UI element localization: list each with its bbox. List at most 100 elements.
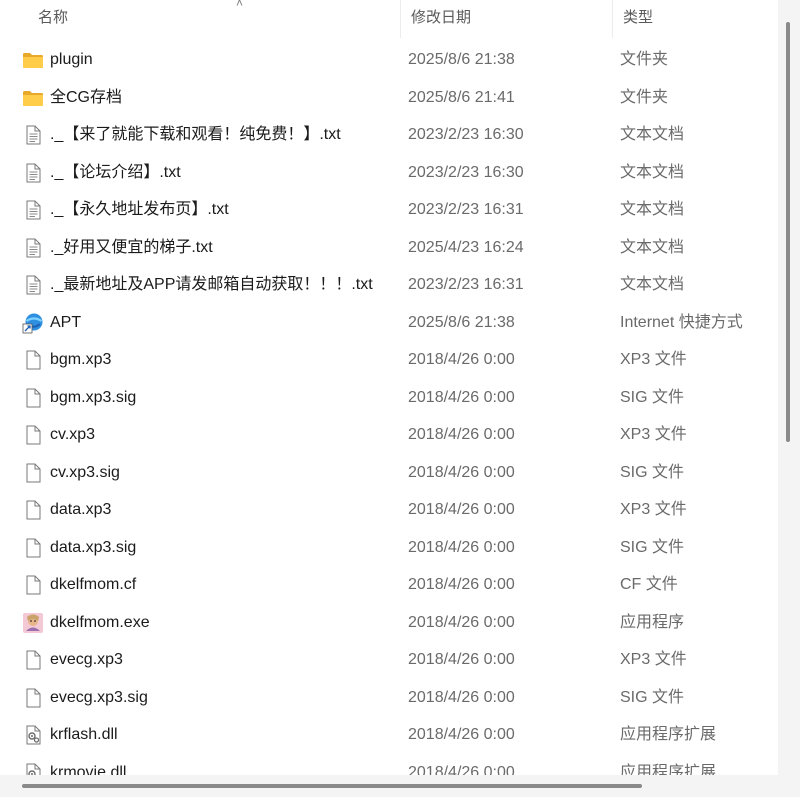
file-name: 全CG存档 <box>50 88 123 106</box>
file-modified-date: 2018/4/26 0:00 <box>408 688 515 706</box>
file-type: Internet 快捷方式 <box>620 313 743 331</box>
file-type: XP3 文件 <box>620 351 687 368</box>
file-list: plugin 2025/8/6 21:38 文件夹 全CG存档 2025/8/6 21:… <box>0 41 778 791</box>
text-document-icon <box>22 274 44 296</box>
file-modified-date: 2018/4/26 0:00 <box>408 463 515 481</box>
file-type: SIG 文件 <box>620 538 685 556</box>
file-modified-date: 2023/2/23 16:30 <box>408 126 524 143</box>
file-name: dkelfmom.cf <box>50 576 137 593</box>
file-modified-date: 2025/8/6 21:38 <box>408 313 515 331</box>
file-modified-date: 2025/8/6 21:38 <box>408 51 515 68</box>
file-row[interactable]: cv.xp3.sig 2018/4/26 0:00 SIG 文件 <box>0 454 778 492</box>
file-name: evecg.xp3.sig <box>50 688 148 706</box>
file-modified-date: 2023/2/23 16:31 <box>408 201 524 218</box>
column-header-type[interactable]: 类型 <box>612 0 778 38</box>
file-name: ._好用又便宜的梯子.txt <box>50 238 213 256</box>
file-modified-date: 2018/4/26 0:00 <box>408 351 515 368</box>
file-row[interactable]: krflash.dll 2018/4/26 0:00 应用程序扩展 <box>0 716 778 754</box>
file-name: krflash.dll <box>50 726 118 743</box>
file-modified-date: 2023/2/23 16:31 <box>408 276 524 293</box>
file-name: ._最新地址及APP请发邮箱自动获取！！！.txt <box>50 276 373 293</box>
file-modified-date: 2018/4/26 0:00 <box>408 726 515 743</box>
vertical-scrollbar-thumb[interactable] <box>786 22 790 442</box>
file-name: data.xp3 <box>50 501 112 518</box>
file-row[interactable]: data.xp3 2018/4/26 0:00 XP3 文件 <box>0 491 778 529</box>
file-row[interactable]: ._最新地址及APP请发邮箱自动获取！！！.txt 2023/2/23 16:31… <box>0 266 778 304</box>
file-modified-date: 2018/4/26 0:00 <box>408 538 515 556</box>
file-row[interactable]: bgm.xp3.sig 2018/4/26 0:00 SIG 文件 <box>0 379 778 417</box>
folder-icon <box>22 87 44 109</box>
file-type: 文本文档 <box>620 126 685 143</box>
file-row[interactable]: evecg.xp3.sig 2018/4/26 0:00 SIG 文件 <box>0 679 778 717</box>
file-row[interactable]: bgm.xp3 2018/4/26 0:00 XP3 文件 <box>0 341 778 379</box>
text-document-icon <box>22 162 44 184</box>
file-type: 文件夹 <box>620 51 669 68</box>
file-name: ._【来了就能下载和观看！纯免费！】.txt <box>50 126 341 143</box>
blank-file-icon <box>22 424 44 446</box>
file-type: XP3 文件 <box>620 426 687 443</box>
file-name: bgm.xp3 <box>50 351 112 368</box>
file-type: SIG 文件 <box>620 463 685 481</box>
file-type: 文本文档 <box>620 238 685 256</box>
folder-icon <box>22 49 44 71</box>
file-type: 应用程序 <box>620 613 685 631</box>
blank-file-icon <box>22 499 44 521</box>
file-name: plugin <box>50 51 93 68</box>
file-modified-date: 2018/4/26 0:00 <box>408 651 515 668</box>
file-name: bgm.xp3.sig <box>50 388 137 406</box>
file-modified-date: 2025/8/6 21:41 <box>408 88 515 106</box>
file-modified-date: 2018/4/26 0:00 <box>408 613 515 631</box>
file-row[interactable]: ._好用又便宜的梯子.txt 2025/4/23 16:24 文本文档 <box>0 229 778 267</box>
file-type: SIG 文件 <box>620 688 685 706</box>
file-type: SIG 文件 <box>620 388 685 406</box>
file-name: data.xp3.sig <box>50 538 137 556</box>
app-exe-icon <box>22 612 44 634</box>
file-explorer-list: 名称 ˄ 修改日期 类型 plugin 2025/8/6 21:38 文件夹 全CG存… <box>0 0 800 797</box>
column-header-type-label: 类型 <box>623 9 654 26</box>
text-document-icon <box>22 237 44 259</box>
file-name: APT <box>50 313 82 331</box>
blank-file-icon <box>22 349 44 371</box>
file-row[interactable]: 全CG存档 2025/8/6 21:41 文件夹 <box>0 79 778 117</box>
text-document-icon <box>22 124 44 146</box>
file-type: 文本文档 <box>620 163 685 181</box>
file-row[interactable]: APT 2025/8/6 21:38 Internet 快捷方式 <box>0 304 778 342</box>
sort-ascending-icon: ˄ <box>236 0 244 10</box>
vertical-scrollbar[interactable] <box>778 0 800 775</box>
file-row[interactable]: cv.xp3 2018/4/26 0:00 XP3 文件 <box>0 416 778 454</box>
file-row[interactable]: evecg.xp3 2018/4/26 0:00 XP3 文件 <box>0 641 778 679</box>
file-row[interactable]: dkelfmom.cf 2018/4/26 0:00 CF 文件 <box>0 566 778 604</box>
file-name: cv.xp3 <box>50 426 96 443</box>
column-header-name[interactable]: 名称 ˄ <box>28 0 400 38</box>
file-name: cv.xp3.sig <box>50 463 120 481</box>
file-modified-date: 2018/4/26 0:00 <box>408 426 515 443</box>
column-header-bar: 名称 ˄ 修改日期 类型 <box>0 0 778 38</box>
file-type: 应用程序扩展 <box>620 726 717 743</box>
file-type: XP3 文件 <box>620 501 687 518</box>
column-header-date[interactable]: 修改日期 <box>400 0 612 38</box>
file-name: ._【论坛介绍】.txt <box>50 163 181 181</box>
internet-shortcut-icon <box>22 312 44 334</box>
file-type: 文件夹 <box>620 88 669 106</box>
file-name: dkelfmom.exe <box>50 613 150 631</box>
file-modified-date: 2023/2/23 16:30 <box>408 163 524 181</box>
file-modified-date: 2018/4/26 0:00 <box>408 501 515 518</box>
file-name: evecg.xp3 <box>50 651 123 668</box>
file-row[interactable]: ._【永久地址发布页】.txt 2023/2/23 16:31 文本文档 <box>0 191 778 229</box>
file-modified-date: 2018/4/26 0:00 <box>408 388 515 406</box>
column-header-date-label: 修改日期 <box>411 9 472 26</box>
file-row[interactable]: ._【来了就能下载和观看！纯免费！】.txt 2023/2/23 16:30 文本文… <box>0 116 778 154</box>
column-header-name-label: 名称 <box>38 9 69 26</box>
horizontal-scrollbar-thumb[interactable] <box>22 784 642 788</box>
blank-file-icon <box>22 387 44 409</box>
file-modified-date: 2025/4/23 16:24 <box>408 238 524 256</box>
file-row[interactable]: data.xp3.sig 2018/4/26 0:00 SIG 文件 <box>0 529 778 567</box>
dll-gear-icon <box>22 724 44 746</box>
file-modified-date: 2018/4/26 0:00 <box>408 576 515 593</box>
blank-file-icon <box>22 649 44 671</box>
file-row[interactable]: dkelfmom.exe 2018/4/26 0:00 应用程序 <box>0 604 778 642</box>
file-row[interactable]: plugin 2025/8/6 21:38 文件夹 <box>0 41 778 79</box>
file-row[interactable]: ._【论坛介绍】.txt 2023/2/23 16:30 文本文档 <box>0 154 778 192</box>
file-type: CF 文件 <box>620 576 678 593</box>
horizontal-scrollbar[interactable] <box>0 775 800 797</box>
